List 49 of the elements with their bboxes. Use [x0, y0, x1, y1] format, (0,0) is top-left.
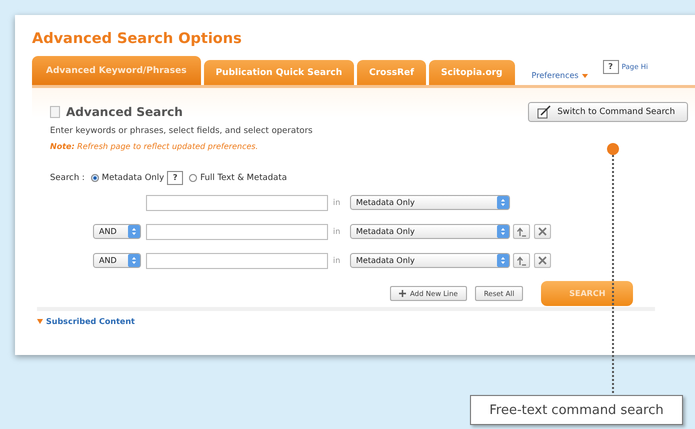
- instructions-text: Enter keywords or phrases, select fields, and select operators: [50, 126, 314, 136]
- stepper-icon: [128, 254, 140, 267]
- field-dropdown[interactable]: Metadata Only: [350, 224, 510, 239]
- arrow-up-icon: [516, 226, 527, 236]
- operator-dropdown[interactable]: AND: [93, 224, 141, 239]
- in-label: in: [333, 198, 342, 207]
- field-value: Metadata Only: [356, 198, 415, 207]
- remove-button[interactable]: [534, 224, 551, 239]
- close-icon: [538, 256, 547, 265]
- radio-label: Full Text & Metadata: [200, 173, 287, 183]
- switch-command-search-button[interactable]: Switch to Command Search: [528, 102, 688, 122]
- field-dropdown[interactable]: Metadata Only: [350, 195, 510, 210]
- page-title: Advanced Search Options: [32, 31, 243, 47]
- caret-icon: [37, 319, 43, 324]
- operator-value: AND: [99, 256, 117, 265]
- operator-value: AND: [99, 227, 117, 236]
- keyword-input[interactable]: [146, 194, 328, 210]
- stepper-icon: [497, 225, 509, 238]
- field-value: Metadata Only: [356, 256, 415, 265]
- close-icon: [538, 227, 547, 236]
- help-button[interactable]: ?: [167, 171, 184, 185]
- stepper-icon: [497, 254, 509, 267]
- radio-label: Metadata Only: [102, 173, 164, 183]
- in-label: in: [333, 227, 342, 236]
- help-button[interactable]: ?: [602, 60, 619, 74]
- stepper-icon: [128, 225, 140, 238]
- preferences-link[interactable]: Preferences: [532, 71, 588, 80]
- subscribed-content-toggle[interactable]: Subscribed Content: [37, 307, 655, 326]
- operator-dropdown[interactable]: AND: [93, 253, 141, 268]
- keyword-input[interactable]: [146, 252, 328, 268]
- field-value: Metadata Only: [356, 227, 415, 236]
- arrow-up-icon: [516, 256, 527, 266]
- remove-button[interactable]: [534, 253, 551, 268]
- move-up-button[interactable]: [513, 253, 530, 268]
- section-heading: Advanced Search: [66, 105, 183, 119]
- radio-button[interactable]: [189, 174, 198, 182]
- stepper-icon: [497, 196, 509, 209]
- note-text: Note: Refresh page to reflect updated preferences.: [50, 142, 260, 151]
- move-up-button[interactable]: [513, 224, 530, 239]
- radio-button[interactable]: [90, 174, 99, 182]
- in-label: in: [333, 256, 342, 265]
- keyword-input[interactable]: [146, 224, 328, 240]
- document-icon: [50, 106, 60, 118]
- field-dropdown[interactable]: Metadata Only: [350, 253, 510, 268]
- callout-label: Free-text command search: [470, 395, 683, 425]
- plus-icon: [399, 290, 406, 297]
- pencil-note-icon: [537, 105, 552, 119]
- search-label: Search :: [50, 173, 85, 183]
- caret-icon: [582, 74, 588, 78]
